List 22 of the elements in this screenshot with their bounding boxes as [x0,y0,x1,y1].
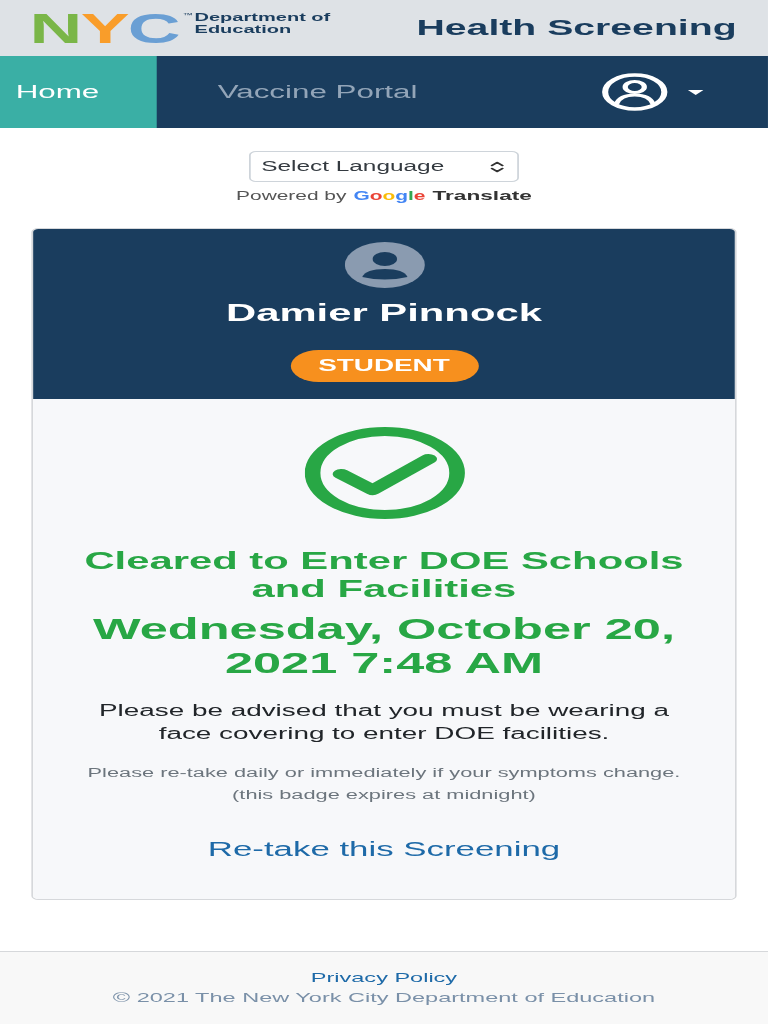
status-timestamp: Wednesday, October 20, 2021 7:48 AM [92,612,676,680]
logo-wordmark: NYC [29,12,179,44]
privacy-policy-link[interactable]: Privacy Policy [310,968,458,988]
translate-text: Translate [432,188,532,204]
page-title: Health Screening [416,15,737,41]
language-select[interactable]: Select Language [249,151,519,182]
status-title: Cleared to Enter DOE Schools and Facilities [83,547,685,603]
agency-name: Department of Education [194,10,331,36]
student-name: Damier Pinnock [226,299,542,327]
advisory-text: Please be advised that you must be wearing a face covering to enter DOE facilities. [98,701,670,744]
up-down-chevron-icon [489,160,505,173]
powered-by-text: Powered by [236,188,347,204]
copyright-text: © 2021 The New York City Department of Education [112,989,656,1007]
nav-tab[interactable]: Vaccine Portal [202,56,434,128]
retake-link[interactable]: Re-take this Screening [207,835,561,863]
google-wordmark: Google [353,188,426,204]
caret-icon [687,89,704,95]
avatar-icon [343,242,425,288]
role-badge: STUDENT [289,350,478,382]
note-text: Please re-take daily or immediately if your symptoms change. [87,765,681,782]
note-text: (this badge expires at midnight) [232,787,536,804]
user-icon [600,73,669,111]
